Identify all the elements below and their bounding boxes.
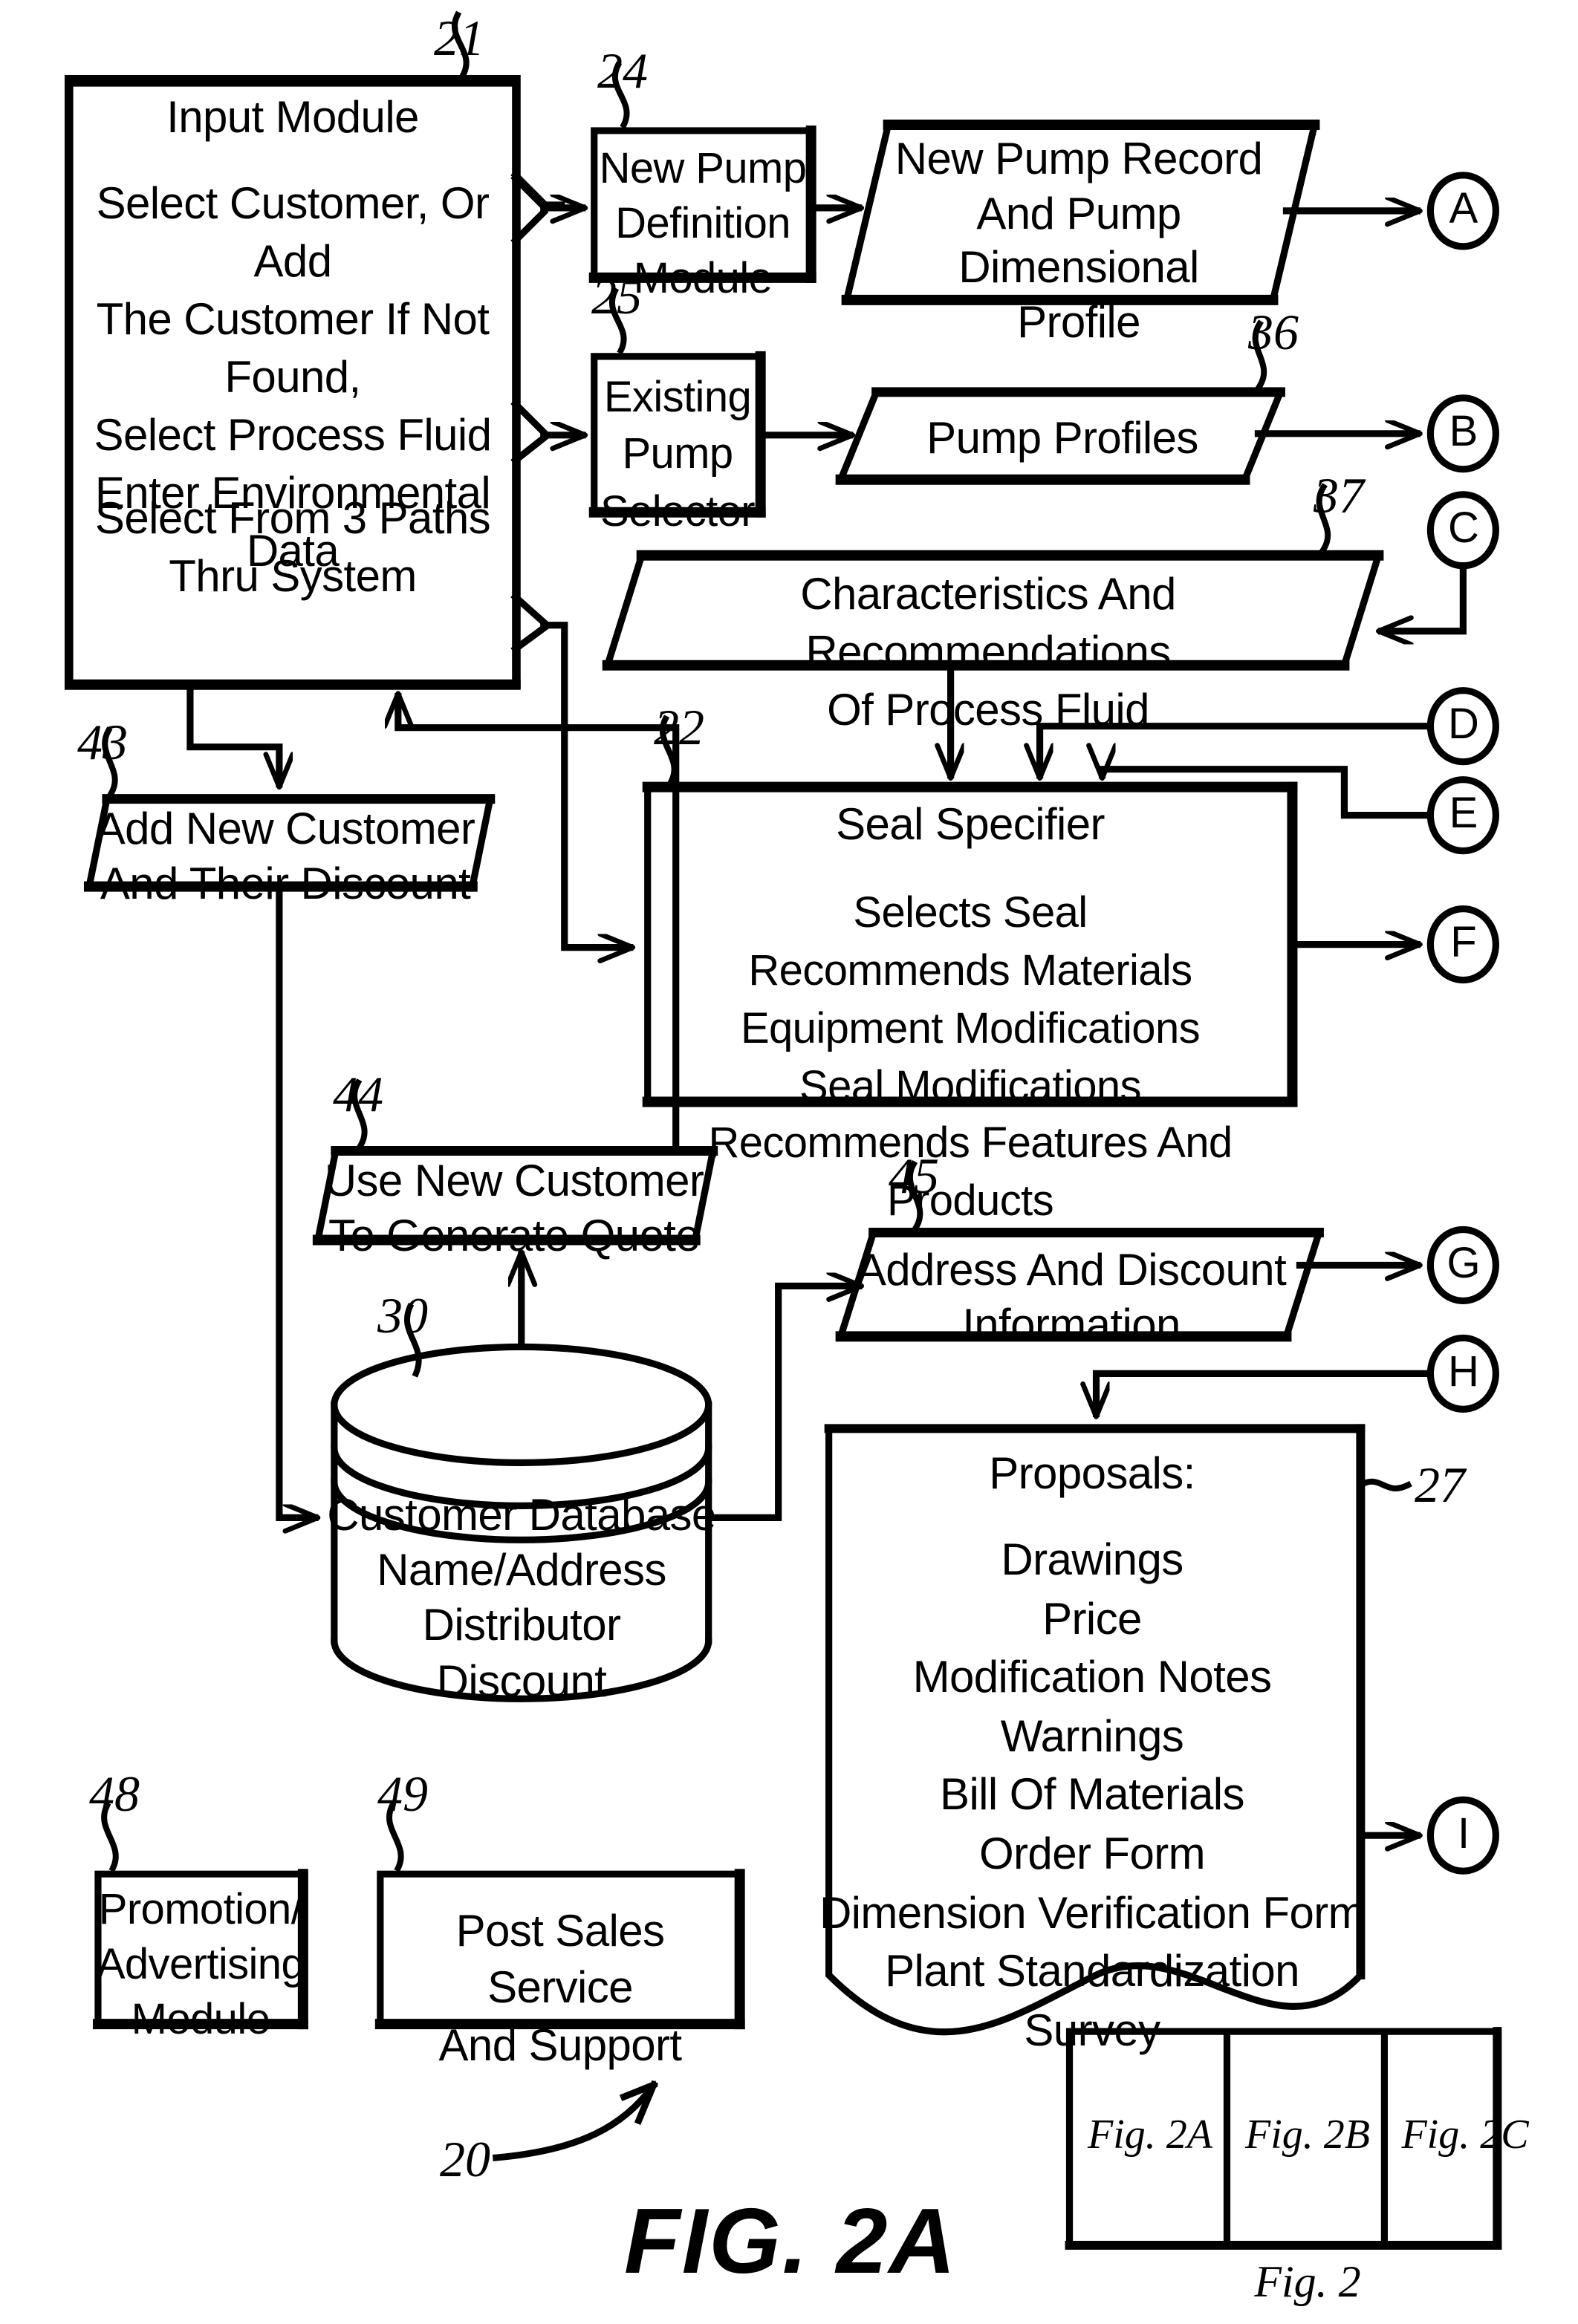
connector-f-label: F xyxy=(1450,919,1477,967)
input-module-body-2: Select From 3 Paths Thru System xyxy=(94,495,491,602)
ref-numeral-36: 36 xyxy=(1248,306,1299,361)
ref-numeral-27: 27 xyxy=(1415,1459,1465,1514)
input-module-title: Input Module xyxy=(166,94,419,143)
connector-c-label: C xyxy=(1448,505,1479,553)
use-new-customer-label: Use New Customer To Generate Quote xyxy=(324,1157,704,1261)
new-pump-record-label: New Pump Record And Pump Dimensional Pro… xyxy=(894,135,1263,348)
sheet-key-cell-2b: Fig. 2B xyxy=(1245,2112,1370,2158)
post-sales-label: Post Sales Service And Support xyxy=(438,1907,683,2071)
sheet-key-cell-2c: Fig. 2C xyxy=(1401,2112,1529,2158)
pump-profiles-label: Pump Profiles xyxy=(926,414,1198,463)
proposals-items: Drawings Price Modification Notes Warnin… xyxy=(819,1536,1366,2056)
sheet-key-caption: Fig. 2 xyxy=(1254,2258,1361,2307)
ref-numeral-30: 30 xyxy=(377,1289,428,1344)
connector-i-label: I xyxy=(1457,1811,1470,1858)
ref-numeral-20: 20 xyxy=(440,2133,490,2188)
customer-database-label: Customer Database Name/Address Distribut… xyxy=(327,1491,716,1707)
address-discount-label: Address And Discount Information xyxy=(856,1246,1287,1350)
ref-numeral-49: 49 xyxy=(377,1768,428,1823)
ref-numeral-21: 21 xyxy=(434,12,484,67)
ref-numeral-45: 45 xyxy=(889,1150,939,1205)
proposals-title: Proposals: xyxy=(989,1450,1195,1499)
sheet-key-cell-2a: Fig. 2A xyxy=(1088,2112,1212,2158)
ref-numeral-24: 24 xyxy=(597,45,648,100)
connector-a-label: A xyxy=(1449,186,1478,233)
connector-h-label: H xyxy=(1448,1349,1479,1396)
ref-numeral-44: 44 xyxy=(333,1068,383,1123)
ref-numeral-43: 43 xyxy=(77,716,128,771)
connector-e-label: E xyxy=(1449,790,1478,838)
ref-numeral-37: 37 xyxy=(1314,469,1364,524)
ref-numeral-22: 22 xyxy=(654,701,704,756)
seal-specifier-title: Seal Specifier xyxy=(836,801,1105,850)
add-new-customer-label: Add New Customer And Their Discount xyxy=(95,805,475,909)
ref-numeral-48: 48 xyxy=(89,1768,140,1823)
connector-g-label: G xyxy=(1446,1240,1481,1288)
connector-b-label: B xyxy=(1449,409,1478,456)
patent-figure-page: 21 Input Module Select Customer, Or Add Th… xyxy=(0,0,1578,2324)
ref-numeral-25: 25 xyxy=(591,270,642,325)
seal-specifier-body: Selects Seal Recommends Materials Equipm… xyxy=(708,890,1233,1226)
existing-pump-selector-label: Existing Pump Selector xyxy=(600,374,756,536)
characteristics-label: Characteristics And Recommendations Of P… xyxy=(800,570,1176,735)
figure-caption: FIG. 2A xyxy=(624,2191,958,2294)
promotion-module-label: Promotion/ Advertising Module xyxy=(96,1887,305,2045)
connector-d-label: D xyxy=(1448,701,1479,749)
